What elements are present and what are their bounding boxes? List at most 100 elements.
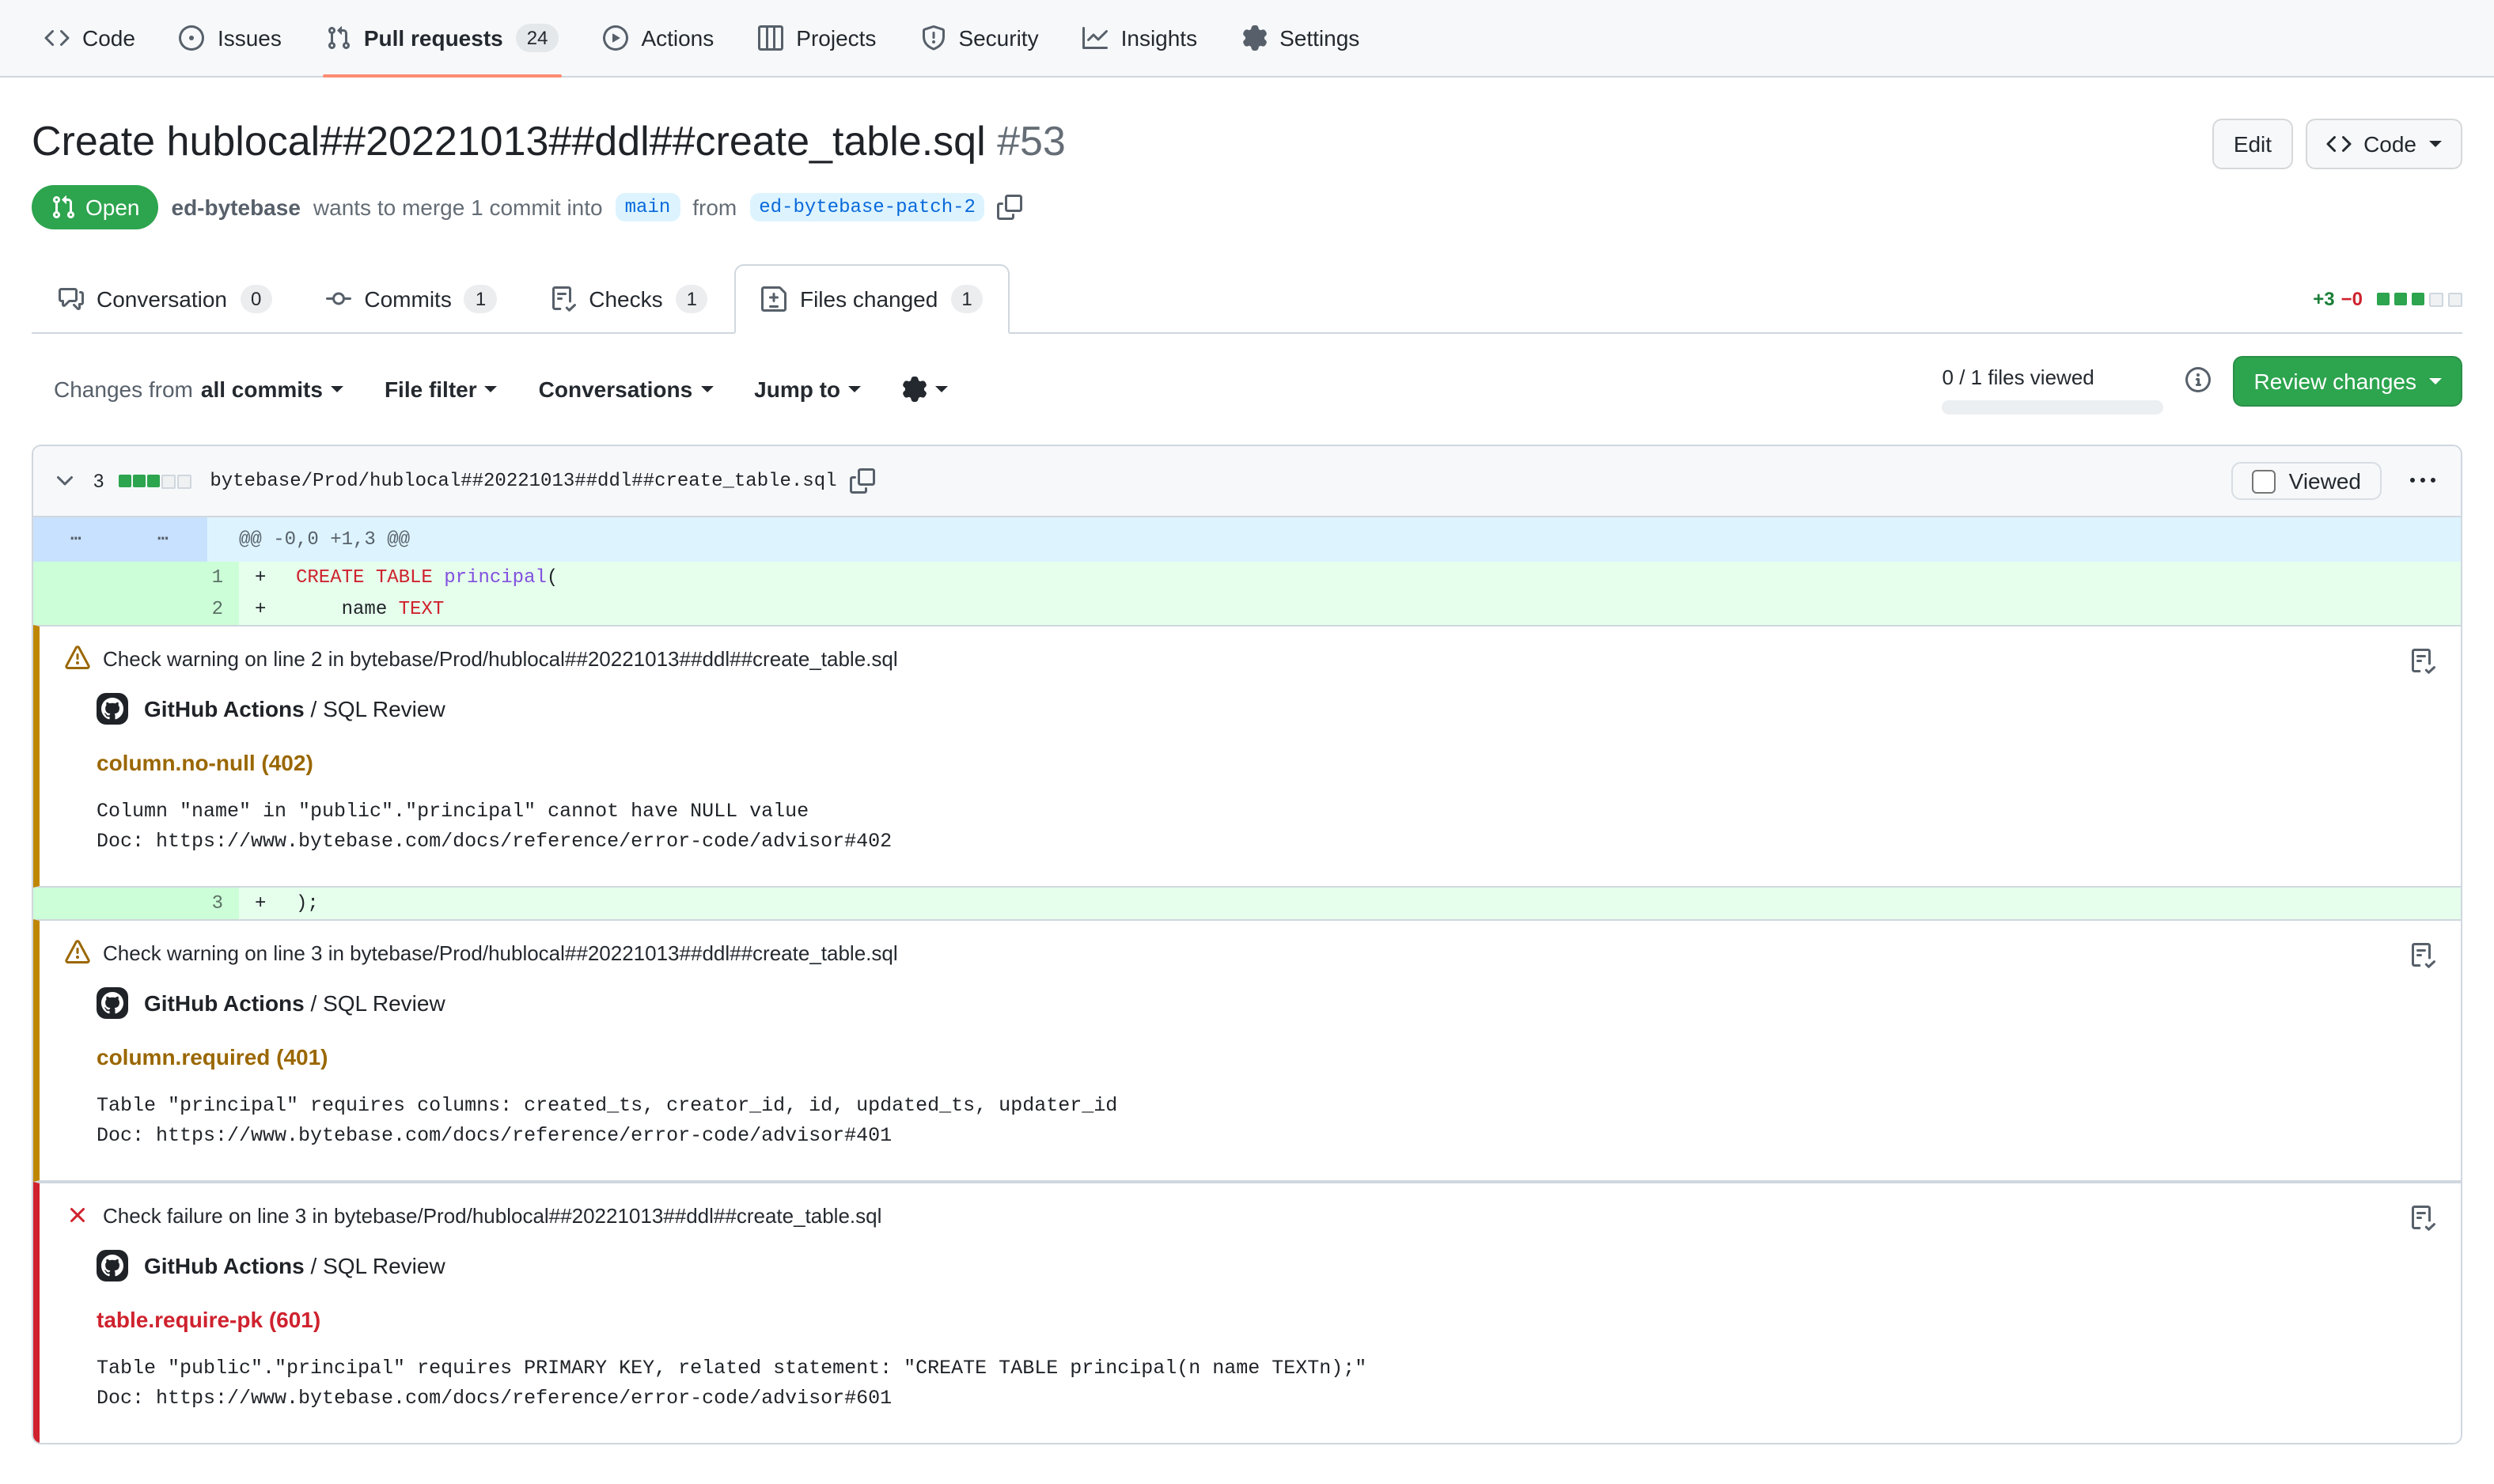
git-pull-request-icon bbox=[51, 195, 76, 220]
x-failure-icon bbox=[65, 1202, 90, 1228]
pr-tab-nav: Conversation 0 Commits 1 Checks 1 Files … bbox=[32, 264, 2462, 334]
diffstat-block bbox=[2448, 292, 2462, 306]
conversations-dropdown[interactable]: Conversations bbox=[539, 377, 714, 402]
nav-label: Pull requests bbox=[364, 25, 503, 51]
check-annotation-warning-401: Check warning on line 3 in bytebase/Prod… bbox=[33, 919, 2461, 1182]
tab-conversation[interactable]: Conversation 0 bbox=[32, 264, 299, 334]
check-message: Table "principal" requires columns: crea… bbox=[97, 1092, 2435, 1122]
file-diff-icon bbox=[762, 286, 787, 312]
pr-author[interactable]: ed-bytebase bbox=[172, 195, 301, 220]
file-diffstat-blocks bbox=[116, 474, 191, 488]
file-path[interactable]: bytebase/Prod/hublocal##20221013##ddl##c… bbox=[210, 470, 836, 492]
git-pull-request-icon bbox=[326, 25, 351, 51]
check-rule-title: column.required (401) bbox=[97, 1044, 2435, 1069]
diff-line-3: 3 + ); bbox=[33, 888, 2461, 919]
check-doc-link: Doc: https://www.bytebase.com/docs/refer… bbox=[97, 1122, 2435, 1152]
check-app-name[interactable]: GitHub Actions / SQL Review bbox=[144, 990, 445, 1016]
pr-number: #53 bbox=[997, 117, 1066, 165]
alert-warning-icon bbox=[65, 940, 90, 965]
file-filter-dropdown[interactable]: File filter bbox=[385, 377, 498, 402]
pull-requests-count: 24 bbox=[516, 24, 559, 52]
check-rule-title: table.require-pk (601) bbox=[97, 1307, 2435, 1332]
new-line-number[interactable]: 2 bbox=[136, 593, 239, 625]
hunk-header: @@ -0,0 +1,3 @@ bbox=[207, 517, 410, 562]
kebab-menu-icon[interactable] bbox=[2410, 468, 2435, 494]
checklist-icon bbox=[551, 286, 576, 312]
pr-title-text: Create hublocal##20221013##ddl##create_t… bbox=[32, 117, 986, 165]
pr-state-badge: Open bbox=[32, 185, 159, 229]
nav-item-security[interactable]: Security bbox=[901, 0, 1057, 76]
info-icon[interactable] bbox=[2186, 367, 2212, 392]
code-icon bbox=[2325, 131, 2351, 157]
code-button[interactable]: Code bbox=[2305, 119, 2462, 169]
tab-files-changed[interactable]: Files changed 1 bbox=[735, 264, 1010, 334]
old-line-number bbox=[33, 888, 136, 919]
copy-path-icon[interactable] bbox=[850, 468, 875, 494]
diff-add-marker: + bbox=[239, 562, 277, 593]
nav-item-insights[interactable]: Insights bbox=[1064, 0, 1217, 76]
checklist-icon[interactable] bbox=[2410, 1206, 2435, 1231]
copy-branch-icon[interactable] bbox=[998, 195, 1023, 220]
tab-counter: 0 bbox=[240, 285, 272, 313]
nav-label: Code bbox=[82, 25, 135, 51]
annotation-header-link[interactable]: Check warning on line 2 in bytebase/Prod… bbox=[103, 646, 898, 670]
base-branch-label[interactable]: main bbox=[616, 193, 680, 221]
comment-discussion-icon bbox=[59, 286, 84, 312]
git-commit-icon bbox=[326, 286, 351, 312]
nav-item-projects[interactable]: Projects bbox=[739, 0, 895, 76]
nav-item-settings[interactable]: Settings bbox=[1222, 0, 1378, 76]
project-icon bbox=[758, 25, 783, 51]
checklist-icon[interactable] bbox=[2410, 943, 2435, 968]
old-line-number bbox=[33, 562, 136, 593]
tab-counter: 1 bbox=[950, 285, 983, 313]
check-annotation-warning-402: Check warning on line 2 in bytebase/Prod… bbox=[33, 625, 2461, 888]
dropdown-caret-icon bbox=[2429, 141, 2442, 153]
page: Code Issues Pull requests 24 Actions Pro… bbox=[0, 0, 2494, 1484]
file-changes-count: 3 bbox=[93, 470, 104, 492]
tab-checks[interactable]: Checks 1 bbox=[524, 264, 735, 334]
expand-diff-button[interactable]: ⋯ bbox=[120, 517, 207, 562]
check-app-name[interactable]: GitHub Actions / SQL Review bbox=[144, 696, 445, 721]
review-changes-button[interactable]: Review changes bbox=[2234, 356, 2462, 407]
diffstat-block bbox=[2412, 293, 2424, 305]
annotation-header-link[interactable]: Check warning on line 3 in bytebase/Prod… bbox=[103, 941, 898, 964]
viewed-checkbox[interactable] bbox=[2253, 469, 2276, 493]
nav-item-pull-requests[interactable]: Pull requests 24 bbox=[307, 0, 578, 76]
check-app-name[interactable]: GitHub Actions / SQL Review bbox=[144, 1253, 445, 1278]
new-line-number[interactable]: 3 bbox=[136, 888, 239, 919]
diffstat-block bbox=[2394, 293, 2407, 305]
file-header: 3 bytebase/Prod/hublocal##20221013##ddl#… bbox=[33, 446, 2461, 517]
edit-button[interactable]: Edit bbox=[2213, 119, 2292, 169]
new-line-number[interactable]: 1 bbox=[136, 562, 239, 593]
annotation-header-link[interactable]: Check failure on line 3 in bytebase/Prod… bbox=[103, 1203, 881, 1227]
nav-item-code[interactable]: Code bbox=[25, 0, 154, 76]
viewed-toggle[interactable]: Viewed bbox=[2232, 462, 2382, 500]
check-rule-title: column.no-null (402) bbox=[97, 750, 2435, 775]
tab-commits[interactable]: Commits 1 bbox=[299, 264, 524, 334]
tab-counter: 1 bbox=[464, 285, 497, 313]
chevron-down-icon[interactable] bbox=[52, 468, 78, 494]
gear-icon bbox=[902, 377, 927, 402]
pr-meta: Open ed-bytebase wants to merge 1 commit… bbox=[32, 185, 2462, 229]
diffstat-block bbox=[146, 475, 159, 487]
changes-from-dropdown[interactable]: Changes from all commits bbox=[54, 377, 343, 402]
files-viewed-label: 0 / 1 files viewed bbox=[1943, 365, 2094, 389]
github-actions-avatar bbox=[97, 1250, 128, 1281]
diffstat-block bbox=[2377, 293, 2390, 305]
nav-label: Actions bbox=[641, 25, 714, 51]
check-message-block: Column "name" in "public"."principal" ca… bbox=[97, 797, 2435, 857]
expand-diff-button[interactable]: ⋯ bbox=[33, 517, 120, 562]
github-actions-avatar bbox=[97, 987, 128, 1019]
pr-meta-text: wants to merge 1 commit into bbox=[313, 195, 603, 220]
nav-item-actions[interactable]: Actions bbox=[584, 0, 733, 76]
dropdown-caret-icon bbox=[485, 386, 498, 399]
check-message-block: Table "principal" requires columns: crea… bbox=[97, 1092, 2435, 1152]
nav-label: Security bbox=[958, 25, 1038, 51]
nav-item-issues[interactable]: Issues bbox=[161, 0, 301, 76]
diff-settings-dropdown[interactable] bbox=[902, 377, 948, 402]
head-branch-label[interactable]: ed-bytebase-patch-2 bbox=[749, 193, 985, 221]
check-message-block: Table "public"."principal" requires PRIM… bbox=[97, 1354, 2435, 1414]
checklist-icon[interactable] bbox=[2410, 649, 2435, 674]
jump-to-dropdown[interactable]: Jump to bbox=[754, 377, 861, 402]
from-word: from bbox=[692, 195, 737, 220]
